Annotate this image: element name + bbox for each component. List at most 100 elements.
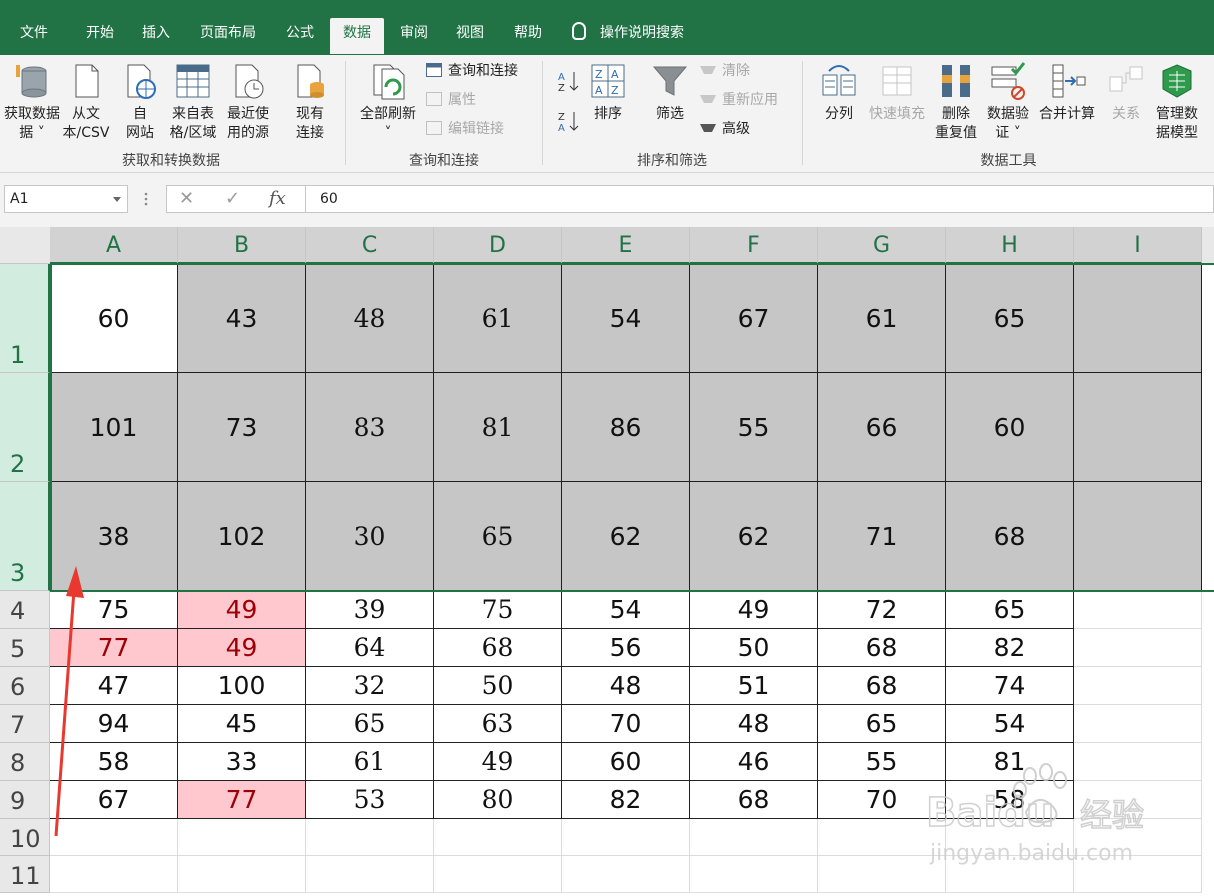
cell-b8[interactable]: 33 — [178, 743, 306, 781]
sort-button[interactable]: ZA AZ 排序 — [586, 61, 630, 124]
cell-e5[interactable]: 56 — [562, 629, 690, 667]
column-header-c[interactable]: C — [306, 227, 434, 264]
clear-filter-button[interactable]: 清除 — [700, 60, 750, 82]
chevron-down-icon[interactable] — [113, 197, 121, 202]
from-table-button[interactable]: 来自表 格/区域 — [164, 61, 222, 143]
cell-d10[interactable] — [434, 819, 562, 856]
cell-e6[interactable]: 48 — [562, 667, 690, 705]
cell-h6[interactable]: 74 — [946, 667, 1074, 705]
column-header-d[interactable]: D — [434, 227, 562, 264]
tell-me-search[interactable]: 操作说明搜索 — [572, 18, 684, 48]
column-header-b[interactable]: B — [178, 227, 306, 264]
cell-g6[interactable]: 68 — [818, 667, 946, 705]
cell-i1[interactable] — [1074, 264, 1202, 373]
tab-formulas[interactable]: 公式 — [272, 18, 328, 54]
cell-d7[interactable]: 63 — [434, 705, 562, 743]
queries-connections-button[interactable]: 查询和连接 — [426, 60, 518, 82]
name-box[interactable]: A1 — [4, 185, 128, 213]
row-header-2[interactable]: 2 — [0, 373, 50, 482]
cell-f9[interactable]: 68 — [690, 781, 818, 819]
cell-c9[interactable]: 53 — [306, 781, 434, 819]
tab-help[interactable]: 帮助 — [500, 18, 556, 54]
cell-c6[interactable]: 32 — [306, 667, 434, 705]
cell-h1[interactable]: 65 — [946, 264, 1074, 373]
cell-e9[interactable]: 82 — [562, 781, 690, 819]
cell-b2[interactable]: 73 — [178, 373, 306, 482]
cell-d1[interactable]: 61 — [434, 264, 562, 373]
cell-b4[interactable]: 49 — [178, 591, 306, 629]
from-web-button[interactable]: 自 网站 — [118, 61, 162, 143]
column-header-e[interactable]: E — [562, 227, 690, 264]
edit-links-button[interactable]: 编辑链接 — [426, 118, 504, 140]
get-data-button[interactable]: 获取数据 据 ˅ — [4, 61, 60, 143]
consolidate-button[interactable]: 合并计算 — [1036, 61, 1098, 124]
cell-g7[interactable]: 65 — [818, 705, 946, 743]
cell-b1[interactable]: 43 — [178, 264, 306, 373]
cell-e3[interactable]: 62 — [562, 482, 690, 591]
column-header-f[interactable]: F — [690, 227, 818, 264]
cell-d2[interactable]: 81 — [434, 373, 562, 482]
tab-view[interactable]: 视图 — [442, 18, 498, 54]
data-validation-button[interactable]: 数据验 证 ˅ — [982, 61, 1034, 143]
cell-c10[interactable] — [306, 819, 434, 856]
properties-button[interactable]: 属性 — [426, 89, 476, 111]
cell-g4[interactable]: 72 — [818, 591, 946, 629]
cell-d6[interactable]: 50 — [434, 667, 562, 705]
row-header-1[interactable]: 1 — [0, 264, 50, 373]
reapply-button[interactable]: 重新应用 — [700, 89, 778, 111]
column-header-g[interactable]: G — [818, 227, 946, 264]
cell-a2[interactable]: 101 — [50, 373, 178, 482]
cell-c7[interactable]: 65 — [306, 705, 434, 743]
cell-i2[interactable] — [1074, 373, 1202, 482]
cell-i5[interactable] — [1074, 629, 1202, 667]
column-header-h[interactable]: H — [946, 227, 1074, 264]
relationships-button[interactable]: 关系 — [1104, 61, 1148, 124]
cell-i4[interactable] — [1074, 591, 1202, 629]
cell-f7[interactable]: 48 — [690, 705, 818, 743]
cell-g2[interactable]: 66 — [818, 373, 946, 482]
cell-f5[interactable]: 50 — [690, 629, 818, 667]
cell-f11[interactable] — [690, 856, 818, 893]
cell-f6[interactable]: 51 — [690, 667, 818, 705]
tab-data[interactable]: 数据 — [330, 18, 384, 54]
cell-a11[interactable] — [50, 856, 178, 893]
cell-e8[interactable]: 60 — [562, 743, 690, 781]
insert-function-icon[interactable]: fx — [269, 188, 286, 209]
cell-h3[interactable]: 68 — [946, 482, 1074, 591]
cell-h4[interactable]: 65 — [946, 591, 1074, 629]
existing-connections-button[interactable]: 现有 连接 — [284, 61, 336, 143]
cell-f2[interactable]: 55 — [690, 373, 818, 482]
cell-h5[interactable]: 82 — [946, 629, 1074, 667]
sort-descending-icon[interactable]: ZA — [556, 109, 580, 133]
cell-e4[interactable]: 54 — [562, 591, 690, 629]
cell-b5[interactable]: 49 — [178, 629, 306, 667]
cell-c1[interactable]: 48 — [306, 264, 434, 373]
advanced-filter-button[interactable]: 高级 — [700, 118, 750, 140]
cell-e10[interactable] — [562, 819, 690, 856]
cell-c5[interactable]: 64 — [306, 629, 434, 667]
cell-f8[interactable]: 46 — [690, 743, 818, 781]
remove-duplicates-button[interactable]: 删除 重复值 — [930, 61, 982, 143]
cell-d5[interactable]: 68 — [434, 629, 562, 667]
cell-f3[interactable]: 62 — [690, 482, 818, 591]
cell-f10[interactable] — [690, 819, 818, 856]
cell-c2[interactable]: 83 — [306, 373, 434, 482]
from-text-button[interactable]: 从文 本/CSV — [58, 61, 114, 143]
cell-e2[interactable]: 86 — [562, 373, 690, 482]
cell-h2[interactable]: 60 — [946, 373, 1074, 482]
cell-b10[interactable] — [178, 819, 306, 856]
tab-home[interactable]: 开始 — [72, 18, 128, 54]
cell-g3[interactable]: 71 — [818, 482, 946, 591]
cell-i3[interactable] — [1074, 482, 1202, 591]
enter-icon[interactable]: ✓ — [225, 188, 240, 209]
sort-ascending-icon[interactable]: AZ — [556, 69, 580, 93]
cell-a1[interactable]: 60 — [50, 264, 178, 373]
cell-d3[interactable]: 65 — [434, 482, 562, 591]
cell-i7[interactable] — [1074, 705, 1202, 743]
cell-e1[interactable]: 54 — [562, 264, 690, 373]
cell-h7[interactable]: 54 — [946, 705, 1074, 743]
column-header-a[interactable]: A — [50, 227, 178, 264]
formula-bar-grip[interactable] — [144, 189, 148, 209]
cell-b11[interactable] — [178, 856, 306, 893]
cell-d8[interactable]: 49 — [434, 743, 562, 781]
